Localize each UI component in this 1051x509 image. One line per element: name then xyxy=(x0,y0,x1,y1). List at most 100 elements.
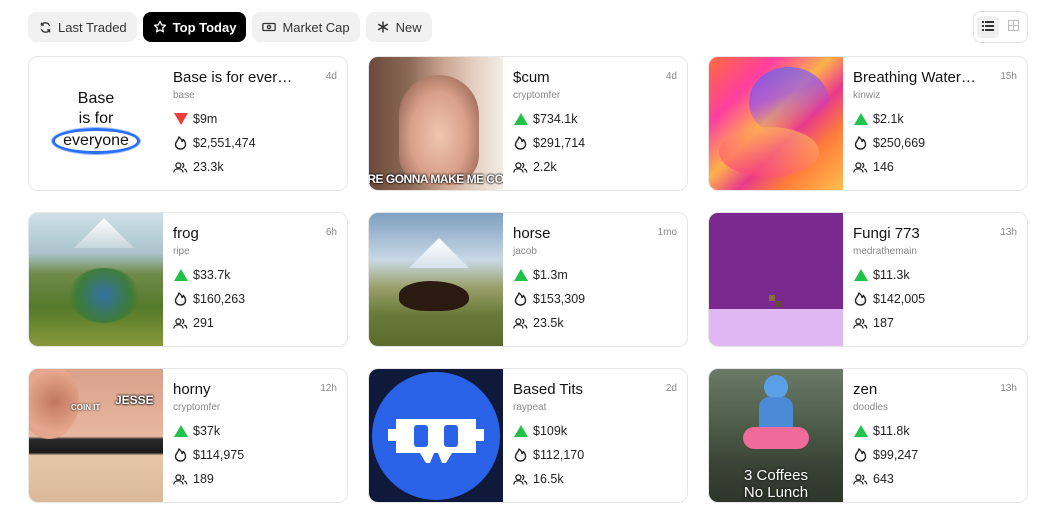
coin-card[interactable]: horse 1mo jacob $1.3m $153,309 23.5k xyxy=(368,212,688,347)
thumbnail-text: is for xyxy=(78,110,114,127)
volume-value: $250,669 xyxy=(873,136,926,150)
volume-value: $153,309 xyxy=(533,292,586,306)
coin-age: 6h xyxy=(325,227,337,238)
tab-market-cap[interactable]: Market Cap xyxy=(252,12,360,42)
trend-up-icon xyxy=(173,268,188,283)
coin-info: $cum 4d cryptomfer $734.1k $291,714 2.2k xyxy=(503,57,687,190)
flame-icon xyxy=(513,448,528,463)
coin-title: Base is for everyone xyxy=(173,69,298,86)
grid-icon xyxy=(1008,18,1019,36)
coin-card[interactable]: Base is for everyone Base is for everyon… xyxy=(28,56,348,191)
holders-stat: 2.2k xyxy=(513,159,677,175)
tab-last-traded[interactable]: Last Traded xyxy=(28,12,137,42)
coin-title: Fungi 773 xyxy=(853,225,920,242)
market-cap-value: $1.3m xyxy=(533,268,568,282)
coin-thumbnail: 'RE GONNA MAKE ME COI xyxy=(369,57,503,190)
users-icon xyxy=(853,160,868,175)
coin-age: 13h xyxy=(1000,383,1017,394)
market-cap-stat: $11.8k xyxy=(853,423,1017,439)
tab-top-today[interactable]: Top Today xyxy=(142,12,247,42)
market-cap-value: $37k xyxy=(193,424,221,438)
tab-label: Last Traded xyxy=(58,19,127,35)
creator-handle: doodles xyxy=(853,402,889,413)
tab-label: New xyxy=(395,19,422,35)
trend-up-icon xyxy=(853,112,868,127)
holders-stat: 146 xyxy=(853,159,1017,175)
creator-handle: cryptomfer xyxy=(513,90,561,101)
tab-new[interactable]: New xyxy=(365,12,432,42)
trend-up-icon xyxy=(853,424,868,439)
coin-thumbnail: Base is for everyone xyxy=(29,57,163,190)
holders-value: 643 xyxy=(873,472,894,486)
tab-label: Market Cap xyxy=(282,19,350,35)
volume-stat: $160,263 xyxy=(173,291,337,307)
list-view-button[interactable] xyxy=(976,16,999,38)
users-icon xyxy=(853,316,868,331)
coin-thumbnail xyxy=(709,57,843,190)
market-cap-value: $11.3k xyxy=(873,268,910,282)
coin-title: Based Tits xyxy=(513,381,584,398)
market-cap-stat: $109k xyxy=(513,423,677,439)
coin-thumbnail xyxy=(369,369,503,502)
coin-info: frog 6h ripe $33.7k $160,263 291 xyxy=(163,213,347,346)
market-cap-stat: $2.1k xyxy=(853,111,1017,127)
coin-thumbnail: 3 Coffees No Lunch xyxy=(709,369,843,502)
coin-card[interactable]: frog 6h ripe $33.7k $160,263 291 xyxy=(28,212,348,347)
coin-age: 4d xyxy=(325,71,337,82)
holders-value: 189 xyxy=(193,472,214,486)
list-icon xyxy=(981,18,994,36)
market-cap-stat: $1.3m xyxy=(513,267,677,283)
volume-stat: $291,714 xyxy=(513,135,677,151)
thumbnail-text: Base xyxy=(77,90,115,107)
creator-handle: raypeat xyxy=(513,402,547,413)
coin-card[interactable]: Breathing Watercol... 15h kinwiz $2.1k $… xyxy=(708,56,1028,191)
coin-info: Based Tits 2d raypeat $109k $112,170 16.… xyxy=(503,369,687,502)
creator-handle: ripe xyxy=(173,246,190,257)
flame-icon xyxy=(173,136,188,151)
coin-card[interactable]: COIN IT JESSE horny 12h cryptomfer $37k … xyxy=(28,368,348,503)
holders-value: 291 xyxy=(193,316,214,330)
volume-stat: $114,975 xyxy=(173,447,337,463)
flame-icon xyxy=(853,136,868,151)
coin-card[interactable]: 3 Coffees No Lunch zen 13h doodles $11.8… xyxy=(708,368,1028,503)
market-cap-value: $2.1k xyxy=(873,112,904,126)
coin-title: $cum xyxy=(513,69,550,86)
flame-icon xyxy=(513,292,528,307)
volume-value: $160,263 xyxy=(193,292,246,306)
market-cap-stat: $33.7k xyxy=(173,267,337,283)
flame-icon xyxy=(173,292,188,307)
trend-up-icon xyxy=(173,424,188,439)
grid-view-button[interactable] xyxy=(1003,16,1025,38)
banknote-icon xyxy=(262,20,277,34)
coin-info: Base is for everyone 4d base $9m $2,551,… xyxy=(163,57,347,190)
coin-age: 12h xyxy=(320,383,337,394)
coin-card[interactable]: 'RE GONNA MAKE ME COI $cum 4d cryptomfer… xyxy=(368,56,688,191)
coin-card[interactable]: Fungi 773 13h medrathemain $11.3k $142,0… xyxy=(708,212,1028,347)
coin-thumbnail xyxy=(369,213,503,346)
coin-card[interactable]: Based Tits 2d raypeat $109k $112,170 16.… xyxy=(368,368,688,503)
market-cap-value: $11.8k xyxy=(873,424,910,438)
users-icon xyxy=(173,316,188,331)
holders-value: 187 xyxy=(873,316,894,330)
thumbnail-art xyxy=(74,218,134,248)
market-cap-value: $734.1k xyxy=(533,112,578,126)
users-icon xyxy=(853,472,868,487)
coin-age: 2d xyxy=(665,383,677,394)
thumbnail-text: No Lunch xyxy=(743,484,809,501)
users-icon xyxy=(513,472,528,487)
thumbnail-art xyxy=(743,427,809,449)
coin-info: Fungi 773 13h medrathemain $11.3k $142,0… xyxy=(843,213,1027,346)
coin-info: horny 12h cryptomfer $37k $114,975 189 xyxy=(163,369,347,502)
meme-caption: 'RE GONNA MAKE ME COI xyxy=(369,172,503,186)
market-cap-stat: $11.3k xyxy=(853,267,1017,283)
volume-stat: $250,669 xyxy=(853,135,1017,151)
holders-stat: 643 xyxy=(853,471,1017,487)
trend-up-icon xyxy=(853,268,868,283)
creator-handle: kinwiz xyxy=(853,90,881,101)
coin-info: horse 1mo jacob $1.3m $153,309 23.5k xyxy=(503,213,687,346)
holders-stat: 291 xyxy=(173,315,337,331)
refresh-icon xyxy=(38,20,52,34)
holders-stat: 16.5k xyxy=(513,471,677,487)
coin-thumbnail: COIN IT JESSE xyxy=(29,369,163,502)
holders-stat: 23.5k xyxy=(513,315,677,331)
